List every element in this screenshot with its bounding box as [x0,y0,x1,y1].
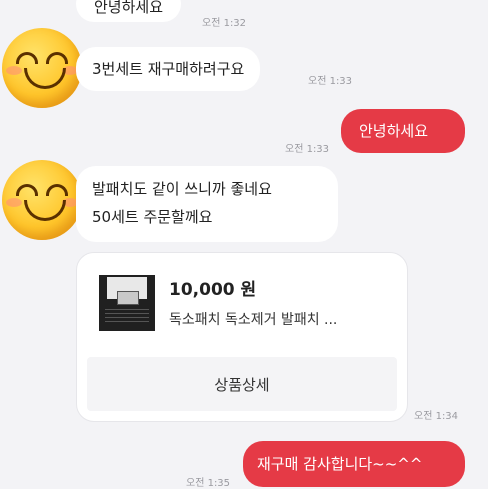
smiley-avatar[interactable] [2,160,82,240]
message-timestamp: 오전 1:35 [186,478,231,489]
product-name: 독소패치 독소제거 발패치 ... [169,312,338,328]
message-line-1: 발패치도 같이 쓰니까 좋네요 [92,180,272,198]
outgoing-message-bubble[interactable]: 안녕하세요 [341,109,465,153]
message-text: 안녕하세요 [94,0,164,16]
message-timestamp: 오전 1:32 [202,18,247,29]
incoming-message-bubble[interactable]: 안녕하세요 [76,0,182,22]
smiley-avatar[interactable] [2,28,82,108]
message-timestamp: 오전 1:34 [414,411,459,422]
message-text: 3번세트 재구매하려구요 [92,60,245,78]
product-thumbnail[interactable] [99,275,155,331]
incoming-message-bubble[interactable]: 발패치도 같이 쓰니까 좋네요 50세트 주문할께요 [76,166,338,242]
outgoing-message-bubble[interactable]: 재구매 감사합니다~~^^ [243,441,465,487]
product-price: 10,000 원 [169,280,257,300]
message-timestamp: 오전 1:33 [285,144,330,155]
message-timestamp: 오전 1:33 [308,76,353,87]
product-card[interactable]: 10,000 원 독소패치 독소제거 발패치 ... 상품상세 [76,252,408,422]
product-detail-button[interactable]: 상품상세 [87,357,397,411]
message-text: 재구매 감사합니다~~^^ [257,455,423,473]
message-text: 안녕하세요 [359,122,429,140]
incoming-message-bubble[interactable]: 3번세트 재구매하려구요 [76,47,261,91]
message-line-2: 50세트 주문할께요 [92,208,213,226]
